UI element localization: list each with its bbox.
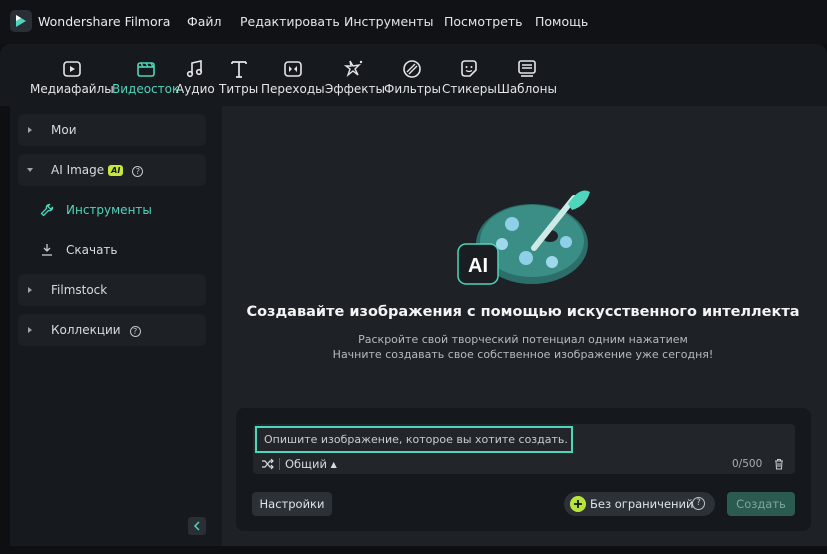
tab-audio[interactable]: Аудио [176, 58, 215, 96]
tab-titles-label: Титры [219, 82, 259, 96]
chevron-left-icon [193, 521, 200, 531]
help-icon[interactable]: ? [692, 497, 705, 510]
collapse-sidebar-button[interactable] [188, 517, 206, 535]
sidebar: Мои AI Image AI? Инструменты Скачать Film… [10, 106, 222, 546]
caret-right-icon [28, 127, 32, 133]
tab-stock-label: Видеосток [112, 82, 180, 96]
ai-image-label: AI Image [51, 163, 105, 177]
tab-effects-label: Эффекты [325, 82, 385, 96]
download-icon [42, 244, 52, 256]
menu-edit[interactable]: Редактировать [240, 14, 340, 29]
title-bar: Wondershare Filmora Файл Редактировать И… [0, 0, 827, 44]
sidebar-item-ai-image[interactable]: AI Image AI? [18, 154, 206, 186]
hero-ai-text: AI [468, 255, 488, 277]
sidebar-item-label: AI Image AI? [51, 163, 144, 177]
tab-transitions[interactable]: Переходы [261, 58, 325, 96]
transition-icon [284, 61, 302, 77]
ai-badge: AI [108, 165, 124, 176]
help-icon[interactable]: ? [129, 326, 141, 337]
prompt-area: Общий ▲ 0/500 [253, 424, 795, 474]
tab-effects[interactable]: Эффекты [325, 58, 385, 96]
sidebar-item-collections[interactable]: Коллекции? [18, 314, 206, 346]
menu-tools[interactable]: Инструменты [344, 14, 433, 29]
menu-help[interactable]: Помощь [535, 14, 588, 29]
title-icon [230, 61, 247, 78]
separator [279, 458, 280, 470]
settings-button[interactable]: Настройки [252, 492, 332, 516]
shuffle-icon[interactable] [261, 457, 275, 471]
effects-icon [344, 60, 363, 78]
filmora-logo-icon [10, 10, 32, 32]
plus-icon [570, 496, 586, 512]
sidebar-item-filmstock[interactable]: Filmstock [18, 274, 206, 306]
chevron-up-icon: ▲ [330, 460, 337, 469]
collections-label: Коллекции [51, 323, 121, 337]
hero-subtitle-1: Раскройте свой творческий потенциал одни… [358, 333, 688, 346]
hero-subtitle-2: Начните создавать свое собственное изобр… [332, 348, 714, 361]
media-icon [63, 61, 81, 77]
prompt-panel: Общий ▲ 0/500 Настройки Без ограничений … [236, 408, 811, 531]
sidebar-item-label: Инструменты [66, 203, 152, 217]
help-icon[interactable]: ? [132, 166, 144, 177]
sidebar-item-label: Filmstock [51, 283, 108, 297]
create-button[interactable]: Создать [727, 492, 795, 516]
sidebar-item-label: Коллекции? [51, 323, 141, 337]
templates-icon [518, 60, 536, 77]
caret-right-icon [28, 287, 32, 293]
main-panel: AI Создавайте изображения с помощью иску… [222, 106, 827, 546]
menu-view[interactable]: Посмотреть [444, 14, 523, 29]
style-select-value: Общий [285, 457, 327, 471]
tab-transitions-label: Переходы [261, 82, 325, 96]
sidebar-item-label: Мои [51, 123, 77, 137]
tab-titles[interactable]: Титры [219, 58, 258, 96]
tab-media[interactable]: Медиафайлы [30, 58, 114, 96]
unlimited-button[interactable]: Без ограничений ? [564, 492, 715, 516]
sidebar-item-label: Скачать [66, 243, 118, 257]
char-counter: 0/500 [732, 458, 763, 470]
app-title: Wondershare Filmora [38, 14, 171, 29]
wrench-icon [40, 203, 54, 217]
tab-templates-label: Шаблоны [497, 82, 557, 96]
prompt-input[interactable] [255, 426, 573, 453]
tab-stickers[interactable]: Стикеры [442, 58, 497, 96]
media-toolbar: Медиафайлы Видеосток Аудио Титры Переход… [0, 44, 827, 106]
tab-filters[interactable]: Фильтры [384, 58, 441, 96]
sidebar-item-tools[interactable]: Инструменты [18, 194, 206, 226]
tab-templates[interactable]: Шаблоны [497, 58, 557, 96]
tab-audio-label: Аудио [176, 82, 215, 96]
caret-right-icon [28, 327, 32, 333]
sticker-icon [461, 60, 478, 77]
music-icon [187, 60, 203, 78]
sidebar-item-mine[interactable]: Мои [18, 114, 206, 146]
tab-stickers-label: Стикеры [442, 82, 497, 96]
ai-palette-illustration-icon: AI [457, 190, 590, 285]
tab-stock[interactable]: Видеосток [112, 58, 179, 96]
menu-file[interactable]: Файл [187, 14, 222, 29]
filter-icon [403, 60, 422, 78]
sidebar-item-download[interactable]: Скачать [18, 234, 206, 266]
tab-media-label: Медиафайлы [30, 82, 114, 96]
stock-icon [136, 62, 155, 77]
style-select[interactable]: Общий ▲ [279, 457, 337, 471]
tab-filters-label: Фильтры [384, 82, 441, 96]
hero-title: Создавайте изображения с помощью искусст… [246, 304, 800, 320]
unlimited-label: Без ограничений [590, 497, 694, 511]
caret-down-icon [27, 168, 33, 172]
trash-icon[interactable] [773, 458, 785, 470]
